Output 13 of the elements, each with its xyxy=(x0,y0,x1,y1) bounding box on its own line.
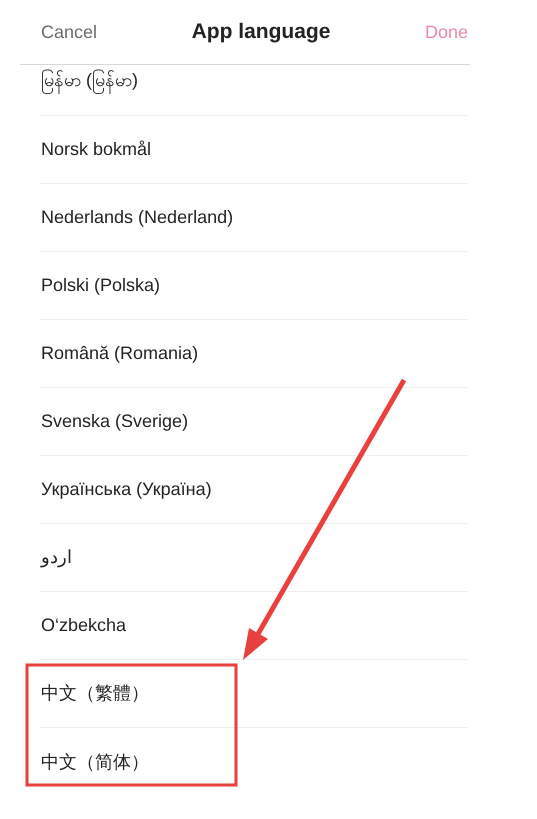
language-option[interactable]: Polski (Polska) xyxy=(41,272,160,299)
language-option[interactable]: Română (Romania) xyxy=(41,340,198,367)
language-option[interactable]: Nederlands (Nederland) xyxy=(41,204,234,231)
language-option[interactable]: O‘zbekcha xyxy=(41,612,126,639)
language-option[interactable]: اردو xyxy=(41,544,72,571)
language-option[interactable]: Українська (Україна) xyxy=(41,476,212,503)
language-option[interactable]: 中文（简体） xyxy=(41,748,149,776)
cancel-button[interactable]: Cancel xyxy=(41,18,98,46)
language-option[interactable]: Norsk bokmål xyxy=(41,136,152,163)
language-option[interactable]: 中文（繁體） xyxy=(41,680,149,707)
language-option[interactable]: မြန်မာ (မြန်မာ) xyxy=(41,67,138,94)
language-option[interactable]: Svenska (Sverige) xyxy=(41,408,188,435)
screen-title: App language xyxy=(192,19,330,46)
